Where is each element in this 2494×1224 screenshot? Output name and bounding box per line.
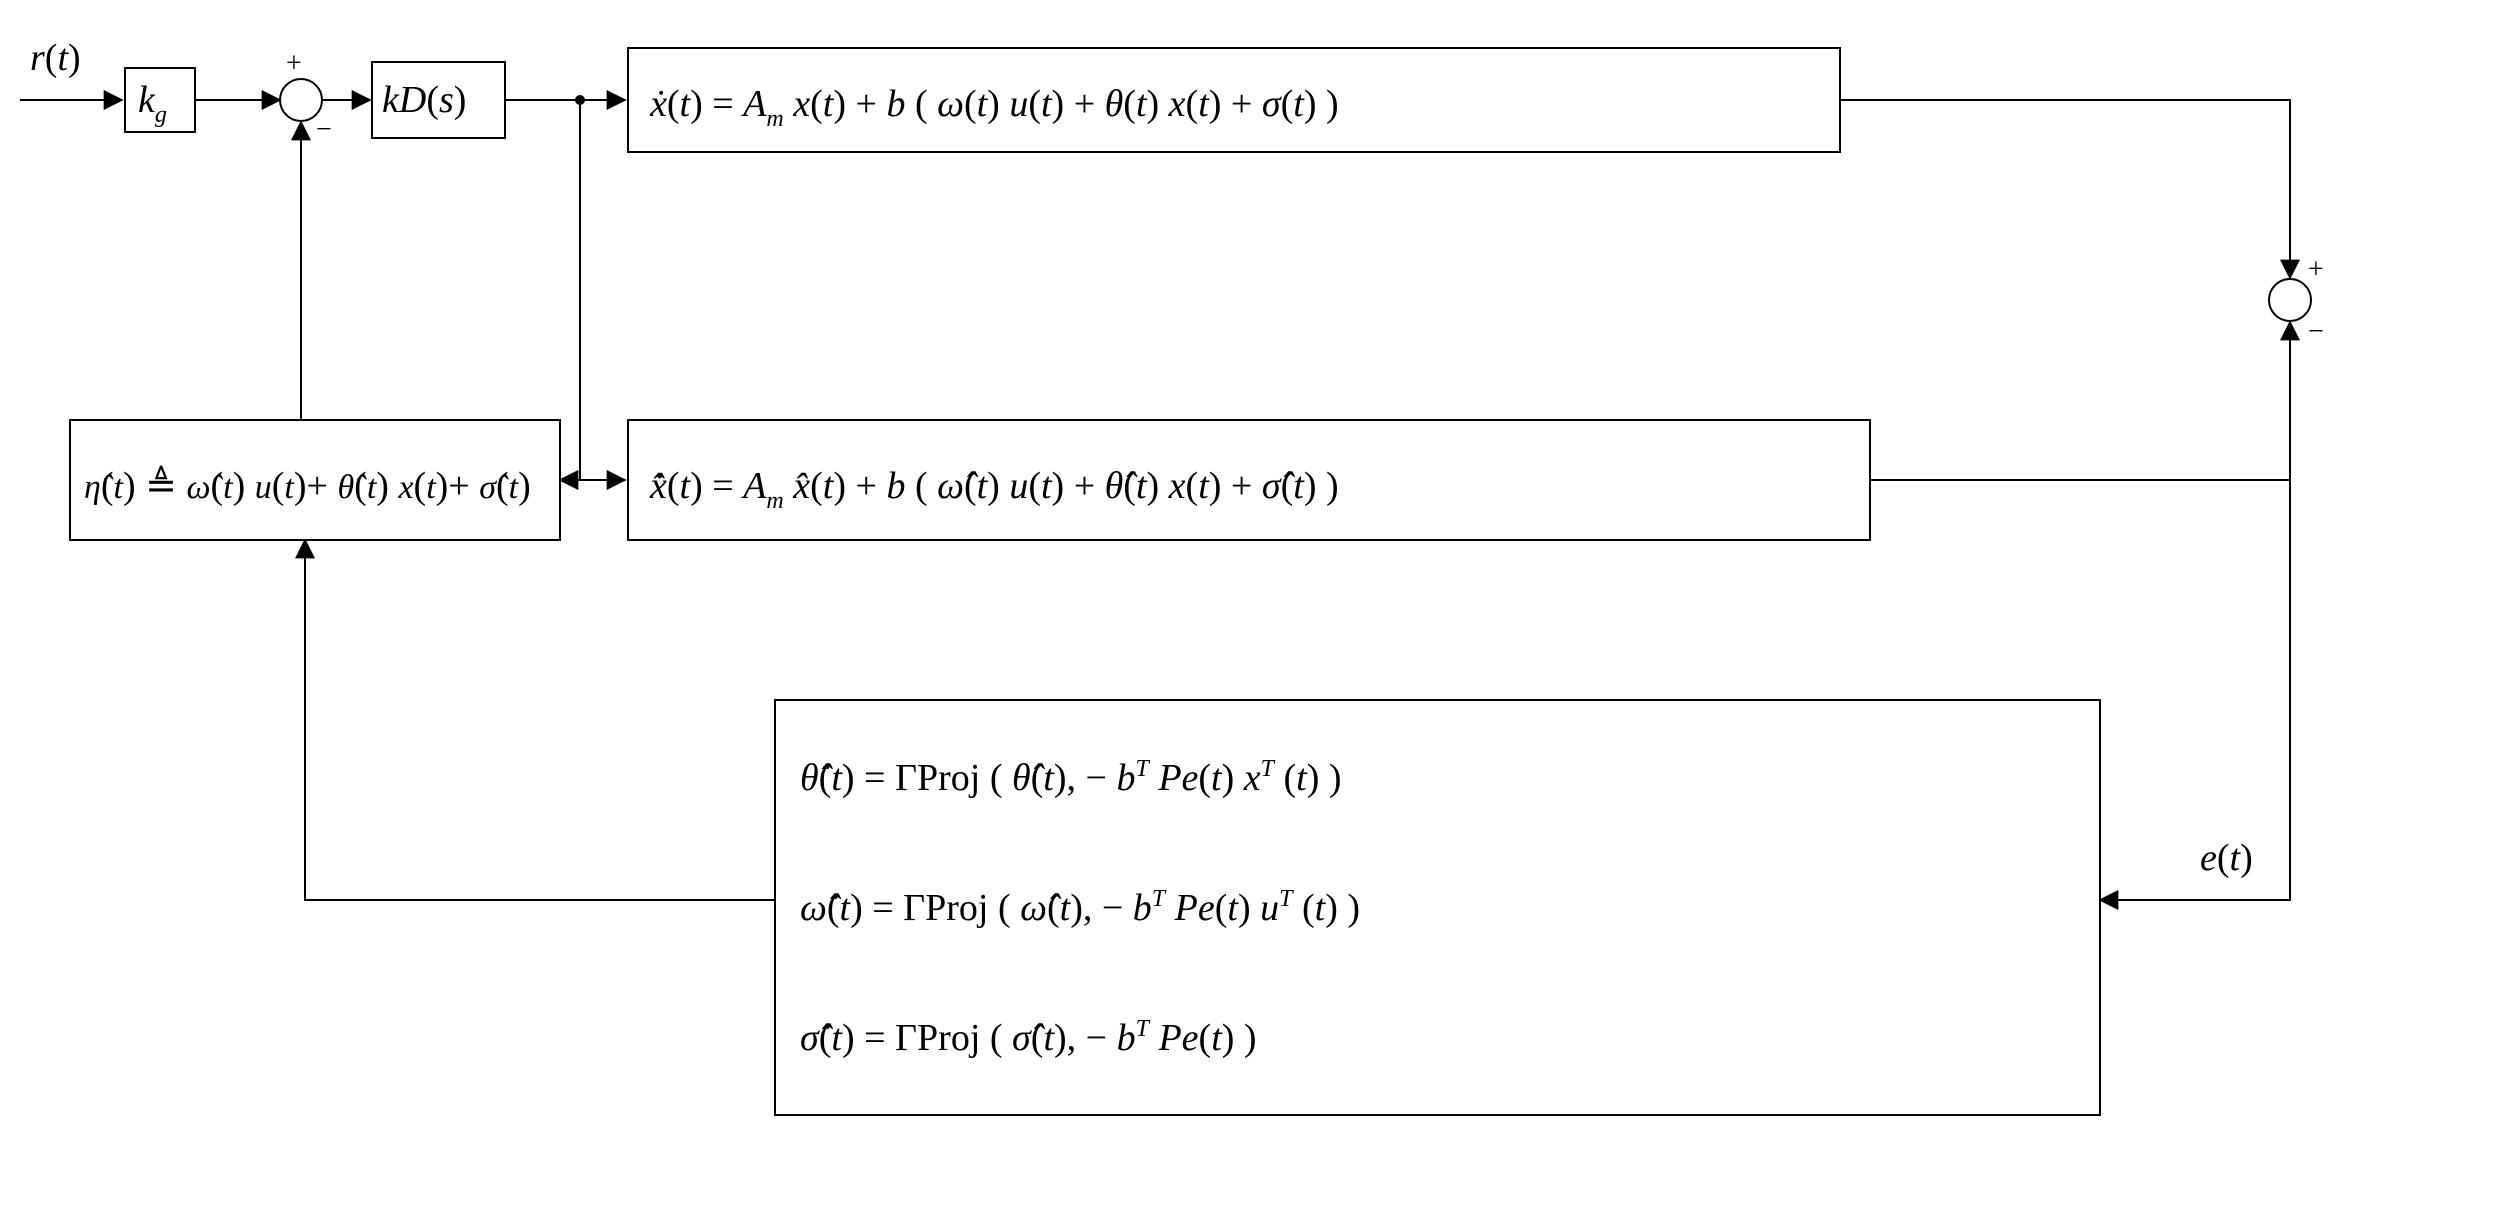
block-diagram: + − + − r(t) kg kD(s) ẋ(t) = Am x(t) + b… bbox=[0, 0, 2494, 1224]
sum2-minus: − bbox=[2308, 316, 2324, 347]
wire-e-laws bbox=[2100, 322, 2290, 900]
label-law-sigma: σ̂̇(t) = ΓProj ( σ̂(t), − bT Pe(t) ) bbox=[800, 1016, 1257, 1059]
label-plant: ẋ(t) = Am x(t) + b ( ω(t) u(t) + θ(t) x(… bbox=[649, 83, 1339, 132]
label-predictor: x̂̇(t) = Am x̂(t) + b ( ω̂(t) u(t) + θ̂(… bbox=[649, 465, 1339, 514]
sum2 bbox=[2269, 279, 2311, 321]
label-eta: η̂(t) ≜ ω̂(t) u(t)+ θ̂(t) x(t)+ σ̂(t) bbox=[84, 465, 531, 507]
wire-laws-eta bbox=[305, 540, 775, 900]
wire-predictor-sum2 bbox=[1870, 322, 2290, 480]
sum1-plus: + bbox=[286, 48, 302, 79]
sum2-plus: + bbox=[2308, 254, 2324, 285]
wire-plant-sum2 bbox=[1840, 100, 2290, 278]
label-r: r(t) bbox=[30, 37, 81, 79]
label-law-theta: θ̂̇(t) = ΓProj ( θ̂(t), − bT Pe(t) xT (t… bbox=[800, 756, 1342, 799]
label-law-omega: ω̂̇(t) = ΓProj ( ω̂(t), − bT Pe(t) uT (t… bbox=[800, 886, 1360, 929]
wire-u-predictor bbox=[580, 100, 625, 480]
sum1-minus: − bbox=[316, 114, 332, 145]
label-e: e(t) bbox=[2200, 837, 2253, 879]
label-kds: kD(s) bbox=[382, 79, 466, 121]
